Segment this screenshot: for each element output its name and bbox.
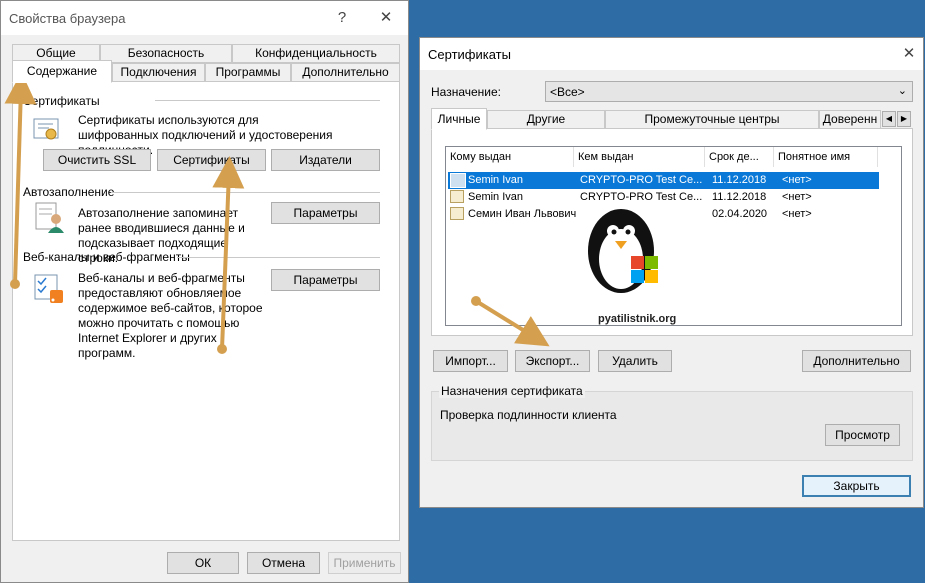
arrow-to-content-tab (4, 72, 37, 289)
tab-personal[interactable]: Личные (431, 108, 487, 130)
arrow-to-export-button (471, 296, 550, 347)
arrow-to-certificates-button (212, 156, 245, 354)
annotation-arrows (4, 72, 550, 354)
tab-content-active[interactable]: Содержание (12, 60, 112, 83)
